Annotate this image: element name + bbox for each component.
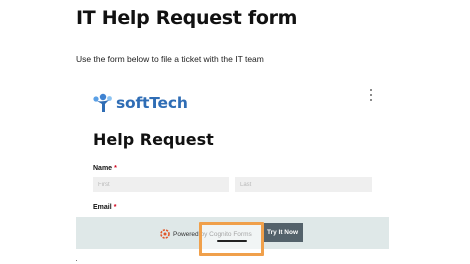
name-label-text: Name: [93, 165, 113, 172]
cognito-logo-icon: [160, 229, 170, 239]
required-marker: *: [114, 165, 117, 172]
highlight-overlay: [199, 222, 264, 256]
company-logo: softTech: [92, 92, 188, 114]
name-label: Name *: [93, 165, 117, 172]
softtech-logo-icon: [93, 93, 112, 112]
first-name-input[interactable]: [93, 177, 229, 192]
email-label-text: Email: [93, 204, 112, 211]
last-name-input[interactable]: [235, 177, 372, 192]
form-heading: Help Request: [93, 130, 214, 149]
page-title: IT Help Request form: [76, 7, 298, 29]
logo-text: softTech: [116, 94, 188, 112]
required-marker: *: [113, 204, 117, 211]
dot-marker: [76, 260, 77, 261]
more-options-icon[interactable]: [367, 89, 375, 101]
drag-handle[interactable]: [217, 240, 247, 242]
try-it-now-button[interactable]: Try It Now: [262, 223, 303, 242]
email-label: Email *: [93, 204, 116, 211]
page-subtitle: Use the form below to file a ticket with…: [76, 54, 264, 64]
